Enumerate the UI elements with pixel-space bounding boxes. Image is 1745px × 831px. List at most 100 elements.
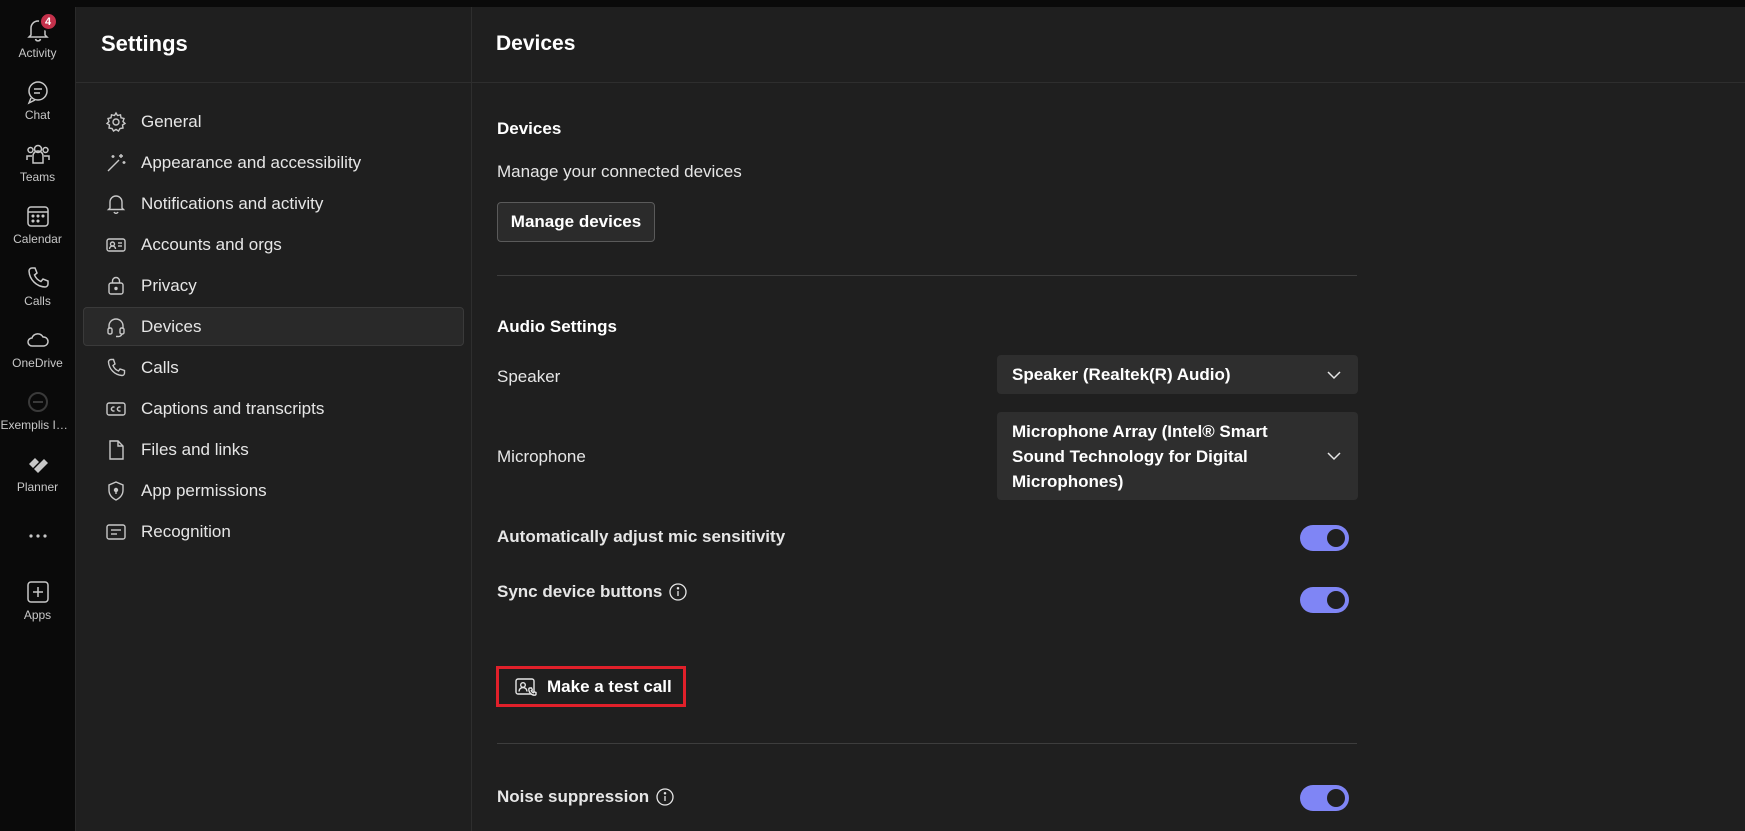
toggle-knob xyxy=(1327,789,1345,807)
shield-icon xyxy=(108,480,124,501)
sidebar-item-files[interactable]: Files and links xyxy=(83,430,464,469)
calendar-icon xyxy=(25,203,51,229)
nav-label: Notifications and activity xyxy=(141,193,324,213)
nav-label: Captions and transcripts xyxy=(141,398,325,418)
sync-device-buttons-text: Sync device buttons xyxy=(497,582,663,601)
lock-icon xyxy=(108,276,124,295)
more-icon xyxy=(25,523,51,549)
cloud-icon xyxy=(25,327,51,353)
rail-label: Apps xyxy=(23,608,52,622)
recognition-icon xyxy=(106,523,126,540)
rail-item-activity[interactable]: 4 Activity xyxy=(0,7,75,69)
chevron-down-icon xyxy=(1327,452,1341,461)
info-icon[interactable] xyxy=(668,582,688,602)
noise-suppression-text: Noise suppression xyxy=(497,787,650,806)
sidebar-header: Settings xyxy=(76,7,471,83)
add-apps-icon xyxy=(25,579,51,605)
nav-label: Accounts and orgs xyxy=(141,234,282,254)
app-icon xyxy=(25,389,51,415)
app-rail: 4 Activity Chat Teams Calendar Calls One… xyxy=(0,7,76,831)
section-divider xyxy=(497,743,1357,744)
window-top-bar xyxy=(0,0,1745,7)
nav-label: Calls xyxy=(141,357,179,377)
microphone-label: Microphone xyxy=(497,447,586,466)
sync-device-buttons-toggle[interactable] xyxy=(1300,587,1349,613)
noise-suppression-label: Noise suppression xyxy=(497,787,675,807)
make-test-call-label: Make a test call xyxy=(547,676,672,696)
chat-icon xyxy=(25,79,51,105)
sidebar-item-accounts[interactable]: Accounts and orgs xyxy=(83,225,464,264)
settings-nav: General Appearance and accessibility Not… xyxy=(83,102,464,553)
speaker-value: Speaker (Realtek(R) Audio) xyxy=(1012,365,1231,384)
id-card-icon xyxy=(106,237,126,252)
bell-icon: 4 xyxy=(25,12,58,43)
chevron-down-icon xyxy=(1327,370,1341,379)
rail-item-exemplis[interactable]: Exemplis IT ... xyxy=(0,379,75,441)
rail-label: Teams xyxy=(19,170,56,184)
sidebar-item-captions[interactable]: Captions and transcripts xyxy=(83,389,464,428)
sidebar-title: Settings xyxy=(101,30,188,56)
toggle-knob xyxy=(1327,591,1345,609)
section-divider xyxy=(497,275,1357,276)
rail-item-apps[interactable]: Apps xyxy=(0,569,75,631)
sidebar-item-app-permissions[interactable]: App permissions xyxy=(83,471,464,510)
rail-label: OneDrive xyxy=(12,356,63,370)
make-test-call-button[interactable]: Make a test call xyxy=(496,666,686,707)
nav-label: Appearance and accessibility xyxy=(141,152,362,172)
document-icon xyxy=(109,439,124,460)
rail-label: Calls xyxy=(24,294,51,308)
rail-item-more[interactable] xyxy=(0,513,75,553)
rail-item-onedrive[interactable]: OneDrive xyxy=(0,317,75,379)
magic-wand-icon xyxy=(107,153,126,171)
sidebar-item-privacy[interactable]: Privacy xyxy=(83,266,464,305)
rail-label: Calendar xyxy=(13,232,62,246)
test-call-icon xyxy=(515,677,537,696)
rail-item-calendar[interactable]: Calendar xyxy=(0,193,75,255)
nav-label: Recognition xyxy=(141,521,231,541)
gear-icon xyxy=(105,111,127,132)
rail-item-chat[interactable]: Chat xyxy=(0,69,75,131)
notification-badge: 4 xyxy=(38,12,58,31)
auto-mic-sensitivity-toggle[interactable] xyxy=(1300,525,1349,551)
sidebar-item-recognition[interactable]: Recognition xyxy=(83,512,464,551)
sidebar-item-notifications[interactable]: Notifications and activity xyxy=(83,184,464,223)
nav-label: Privacy xyxy=(141,275,197,295)
rail-item-calls[interactable]: Calls xyxy=(0,255,75,317)
manage-devices-button[interactable]: Manage devices xyxy=(497,202,655,242)
rail-label: Activity xyxy=(18,46,57,60)
planner-icon xyxy=(25,451,51,477)
info-icon[interactable] xyxy=(655,787,675,807)
sidebar-item-general[interactable]: General xyxy=(83,102,464,141)
cc-icon xyxy=(106,401,126,416)
rail-item-teams[interactable]: Teams xyxy=(0,131,75,193)
settings-sidebar: Settings General Appearance and accessib… xyxy=(76,7,472,831)
rail-label: Exemplis IT ... xyxy=(0,418,75,432)
phone-icon xyxy=(107,358,126,376)
microphone-dropdown[interactable]: Microphone Array (Intel® Smart Sound Tec… xyxy=(997,412,1358,500)
audio-settings-title: Audio Settings xyxy=(497,317,617,336)
nav-label: General xyxy=(141,111,202,131)
devices-description: Manage your connected devices xyxy=(497,162,742,181)
noise-suppression-toggle[interactable] xyxy=(1300,785,1349,811)
teams-icon xyxy=(25,141,51,167)
nav-label: App permissions xyxy=(141,480,267,500)
nav-label: Files and links xyxy=(141,439,249,459)
rail-label: Planner xyxy=(16,480,59,494)
auto-mic-sensitivity-label: Automatically adjust mic sensitivity xyxy=(497,527,785,547)
page-title: Devices xyxy=(496,31,576,55)
rail-item-planner[interactable]: Planner xyxy=(0,441,75,503)
toggle-knob xyxy=(1327,529,1345,547)
sidebar-item-appearance[interactable]: Appearance and accessibility xyxy=(83,143,464,182)
sync-device-buttons-label: Sync device buttons xyxy=(497,582,688,602)
microphone-value: Microphone Array (Intel® Smart Sound Tec… xyxy=(1012,421,1268,491)
sidebar-item-calls[interactable]: Calls xyxy=(83,348,464,387)
phone-icon xyxy=(25,265,51,291)
speaker-dropdown[interactable]: Speaker (Realtek(R) Audio) xyxy=(997,355,1358,394)
sidebar-item-devices[interactable]: Devices xyxy=(83,307,464,346)
bell-icon xyxy=(106,194,126,214)
speaker-label: Speaker xyxy=(497,367,561,386)
main-header: Devices xyxy=(472,7,1745,83)
nav-label: Devices xyxy=(141,316,202,336)
devices-section-title: Devices xyxy=(497,119,562,138)
headset-icon xyxy=(107,317,125,337)
